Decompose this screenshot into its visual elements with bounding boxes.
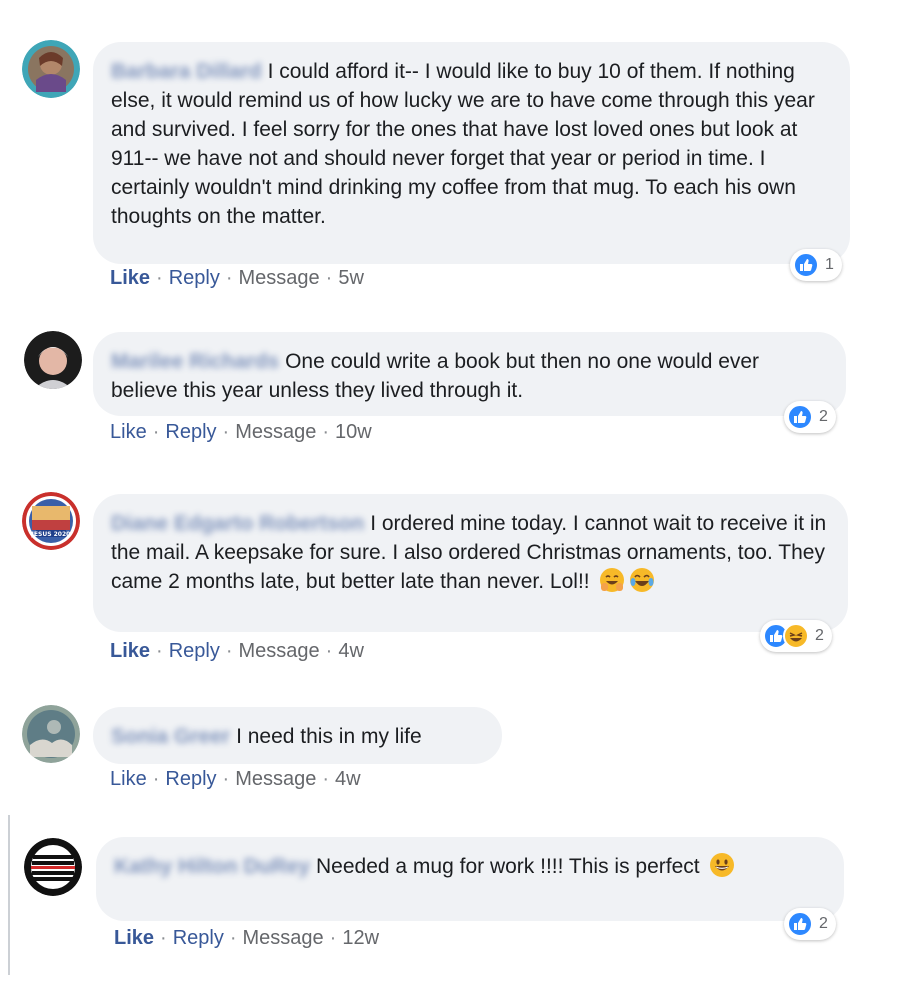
message-link[interactable]: Message: [239, 267, 320, 289]
separator: ·: [329, 927, 337, 949]
avatar[interactable]: [24, 838, 82, 896]
haha-reaction-icon: [783, 623, 809, 649]
separator: ·: [156, 267, 163, 289]
reaction-summary[interactable]: 1: [790, 249, 842, 281]
reaction-count: 2: [819, 408, 828, 425]
separator: ·: [229, 927, 237, 949]
author-name[interactable]: Marilee Richards: [111, 347, 279, 376]
comment-actions: Like · Reply · Message · 12w: [114, 927, 379, 950]
separator: ·: [325, 640, 333, 662]
comment-actions: Like · Reply · Message · 10w: [110, 421, 372, 444]
reply-link[interactable]: Reply: [165, 421, 216, 443]
timestamp[interactable]: 12w: [342, 927, 379, 949]
author-name[interactable]: Diane Edgarto Robertson: [111, 509, 364, 538]
like-link[interactable]: Like: [110, 421, 147, 443]
thread-line: [8, 815, 10, 975]
reaction-summary[interactable]: 2: [784, 908, 836, 940]
avatar[interactable]: [22, 705, 80, 763]
message-link[interactable]: Message: [243, 927, 324, 949]
reply-link[interactable]: Reply: [169, 267, 220, 289]
grinning-face-emoji-icon: [709, 852, 735, 878]
separator: ·: [156, 640, 163, 662]
avatar-badge: JESUS 2020: [31, 531, 71, 538]
comment-actions: Like · Reply · Message · 4w: [110, 640, 364, 663]
separator: ·: [225, 267, 233, 289]
reply-link[interactable]: Reply: [165, 768, 216, 790]
like-link[interactable]: Like: [110, 768, 147, 790]
author-name[interactable]: Barbara Dillard: [111, 57, 262, 86]
like-reaction-icon: [793, 252, 819, 278]
separator: ·: [322, 768, 330, 790]
separator: ·: [222, 421, 230, 443]
reaction-count: 1: [825, 256, 834, 273]
timestamp[interactable]: 5w: [338, 267, 364, 289]
reaction-count: 2: [815, 627, 824, 644]
comment-bubble: Sonia Greer I need this in my life: [93, 707, 502, 764]
like-link[interactable]: Like: [110, 640, 150, 662]
separator: ·: [152, 768, 160, 790]
like-reaction-icon: [787, 911, 813, 937]
comment-actions: Like · Reply · Message · 5w: [110, 267, 364, 290]
tears-of-joy-emoji-icon: [629, 567, 655, 593]
like-link[interactable]: Like: [114, 927, 154, 949]
separator: ·: [152, 421, 160, 443]
author-name[interactable]: Kathy Hilton DuRey: [114, 852, 310, 881]
reaction-count: 2: [819, 915, 828, 932]
timestamp[interactable]: 10w: [335, 421, 372, 443]
like-link[interactable]: Like: [110, 267, 150, 289]
message-link[interactable]: Message: [239, 640, 320, 662]
like-reaction-icon: [787, 404, 813, 430]
comment-bubble: Barbara Dillard I could afford it-- I wou…: [93, 42, 850, 264]
comment-bubble: Diane Edgarto Robertson I ordered mine to…: [93, 494, 848, 632]
comment-text: I need this in my life: [236, 725, 422, 748]
comment-bubble: Kathy Hilton DuRey Needed a mug for work …: [96, 837, 844, 921]
author-name[interactable]: Sonia Greer: [111, 722, 230, 751]
grinning-hug-emoji-icon: [599, 567, 625, 593]
comment-text: Needed a mug for work !!!! This is perfe…: [316, 855, 700, 878]
separator: ·: [225, 640, 233, 662]
reaction-summary[interactable]: 2: [760, 620, 832, 652]
reply-link[interactable]: Reply: [169, 640, 220, 662]
avatar[interactable]: [24, 331, 82, 389]
comment-bubble: Marilee Richards One could write a book b…: [93, 332, 846, 416]
separator: ·: [160, 927, 167, 949]
timestamp[interactable]: 4w: [338, 640, 364, 662]
comment-actions: Like · Reply · Message · 4w: [110, 768, 361, 791]
reply-link[interactable]: Reply: [173, 927, 224, 949]
reaction-summary[interactable]: 2: [784, 401, 836, 433]
separator: ·: [322, 421, 330, 443]
message-link[interactable]: Message: [235, 421, 316, 443]
avatar[interactable]: JESUS 2020: [22, 492, 80, 550]
timestamp[interactable]: 4w: [335, 768, 361, 790]
avatar[interactable]: [22, 40, 80, 98]
separator: ·: [325, 267, 333, 289]
message-link[interactable]: Message: [235, 768, 316, 790]
separator: ·: [222, 768, 230, 790]
